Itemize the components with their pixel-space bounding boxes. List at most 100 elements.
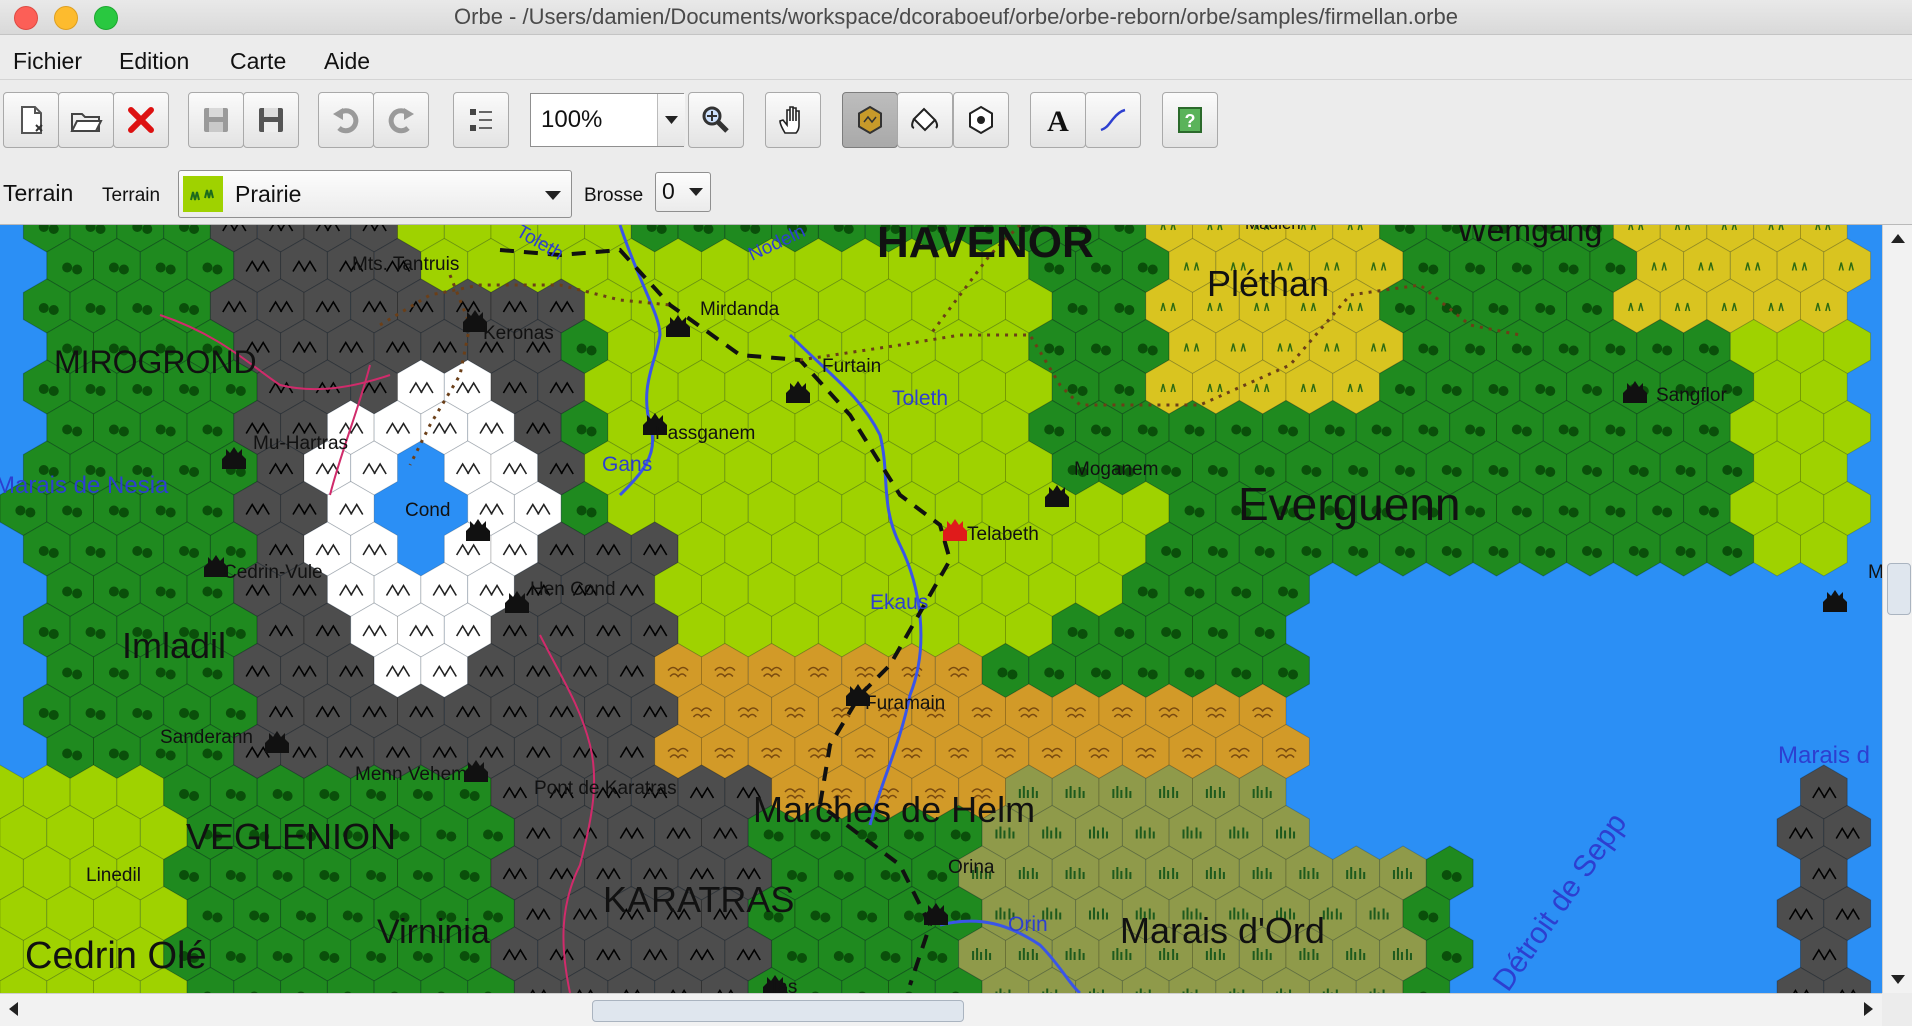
properties-icon — [470, 109, 492, 131]
scroll-up-arrow-icon[interactable] — [1883, 225, 1912, 253]
properties-button[interactable] — [453, 92, 509, 148]
horizontal-scrollbar[interactable] — [0, 993, 1882, 1026]
vertical-scroll-thumb[interactable] — [1887, 563, 1911, 615]
scroll-down-arrow-icon[interactable] — [1883, 965, 1912, 993]
svg-text:A: A — [1047, 105, 1069, 137]
region-label: Marais de Nesia — [0, 472, 169, 499]
text-tool-button[interactable]: A — [1030, 92, 1086, 148]
zoom-value: 100% — [541, 106, 603, 133]
river-label: Ekaus — [870, 591, 928, 614]
place-label: Keronas — [483, 323, 554, 344]
terrain-field-label: Terrain — [102, 185, 161, 206]
region-label: KARATRAS — [603, 879, 794, 920]
place-label: Furamain — [865, 693, 945, 714]
save-as-icon — [259, 108, 283, 132]
place-label: Moganem — [1074, 459, 1159, 480]
region-label: Marais d'Ord — [1120, 910, 1325, 951]
region-label: Marches de Helm — [753, 789, 1035, 830]
place-label: Ias — [772, 977, 797, 993]
help-icon: ? — [1178, 107, 1202, 133]
place-marker-button[interactable] — [953, 92, 1009, 148]
close-icon — [128, 107, 154, 133]
region-label: Pléthan — [1207, 263, 1329, 304]
place-label: Cond — [405, 500, 450, 521]
line-tool-icon — [1100, 108, 1126, 132]
place-label: Menn Vehem — [355, 764, 467, 785]
save-button[interactable] — [188, 92, 244, 148]
menu-edition[interactable]: Edition — [119, 48, 189, 75]
hex-terrain-button[interactable] — [842, 92, 898, 148]
menu-fichier[interactable]: Fichier — [13, 48, 82, 75]
place-label: Passganem — [655, 423, 755, 444]
open-folder-icon — [70, 113, 103, 132]
river-label: Gans — [602, 453, 652, 476]
svg-text:?: ? — [1185, 111, 1196, 131]
zoom-tool-button[interactable] — [688, 92, 744, 148]
vertical-scrollbar[interactable] — [1882, 225, 1912, 993]
chevron-down-icon — [665, 116, 678, 124]
place-label: Telabeth — [967, 524, 1039, 545]
text-tool-icon: A — [1047, 105, 1069, 137]
menu-aide[interactable]: Aide — [324, 48, 370, 75]
redo-icon — [388, 108, 414, 134]
save-icon — [204, 108, 228, 132]
region-label: VEGLENION — [186, 816, 396, 857]
terrain-options-bar: Terrain Terrain Prairie Brosse 0 — [0, 162, 1912, 225]
zoom-dropdown-button[interactable] — [657, 94, 685, 146]
brush-select-value: 0 — [662, 178, 675, 204]
save-as-button[interactable] — [243, 92, 299, 148]
chevron-down-icon — [689, 188, 703, 196]
new-map-button[interactable] — [3, 92, 59, 148]
close-button[interactable] — [113, 92, 169, 148]
place-marker-icon — [969, 105, 993, 135]
undo-icon — [333, 108, 359, 134]
hand-pan-button[interactable] — [765, 92, 821, 148]
place-label: Mu-Hartras — [253, 433, 348, 454]
undo-button[interactable] — [318, 92, 374, 148]
place-label: Orina — [948, 857, 995, 878]
place-label: Cedrin-Vule — [223, 562, 323, 583]
chevron-down-icon — [545, 191, 561, 200]
hex-terrain-icon — [858, 105, 882, 135]
place-label: Linedil — [86, 865, 141, 886]
region-label: Wemgang — [1457, 225, 1602, 248]
region-label: Imladil — [122, 625, 226, 666]
place-label: Sanderann — [160, 727, 253, 748]
terrain-section-label: Terrain — [3, 180, 74, 206]
hand-pan-icon — [779, 106, 800, 134]
place-label: Pont de Karatras — [534, 778, 677, 799]
redo-button[interactable] — [373, 92, 429, 148]
place-label: Mirdanda — [700, 299, 780, 320]
help-button[interactable]: ? — [1162, 92, 1218, 148]
terrain-select[interactable]: Prairie — [178, 170, 572, 218]
region-label: HAVENOR — [877, 225, 1094, 267]
scroll-left-arrow-icon[interactable] — [0, 994, 28, 1024]
menu-carte[interactable]: Carte — [230, 48, 286, 75]
place-label: Hen Cond — [530, 579, 616, 600]
window-title: Orbe - /Users/damien/Documents/workspace… — [454, 4, 1458, 29]
zoom-tool-icon — [702, 106, 729, 133]
brush-select[interactable]: 0 — [655, 172, 711, 212]
place-label: Mts. Tantruis — [352, 254, 459, 275]
zoom-combo[interactable]: 100% — [530, 93, 685, 147]
title-bar: Orbe - /Users/damien/Documents/workspace… — [0, 0, 1912, 35]
open-button[interactable] — [58, 92, 114, 148]
horizontal-scroll-thumb[interactable] — [592, 1000, 964, 1022]
scroll-right-arrow-icon[interactable] — [1854, 994, 1882, 1024]
place-label: Sangflor — [1656, 385, 1727, 406]
brush-field-label: Brosse — [584, 185, 644, 206]
scroll-corner — [1882, 993, 1912, 1025]
line-tool-button[interactable] — [1085, 92, 1141, 148]
region-label: MIROGROND — [54, 344, 257, 380]
hex-map-canvas[interactable]: HAVENOR MIROGROND Pléthan Wemgang Evergu… — [0, 225, 1882, 993]
paint-bucket-button[interactable] — [897, 92, 953, 148]
region-label: Virninia — [377, 913, 490, 951]
hex-map[interactable]: HAVENOR MIROGROND Pléthan Wemgang Evergu… — [0, 225, 1882, 993]
place-label: Madlen — [1245, 225, 1301, 233]
new-map-icon — [21, 106, 43, 134]
terrain-select-value: Prairie — [235, 181, 302, 207]
river-label: Toleth — [892, 387, 948, 410]
menu-bar: Fichier Edition Carte Aide — [0, 35, 1912, 80]
paint-bucket-icon — [911, 107, 939, 132]
region-label: Cedrin Olé — [25, 935, 207, 977]
